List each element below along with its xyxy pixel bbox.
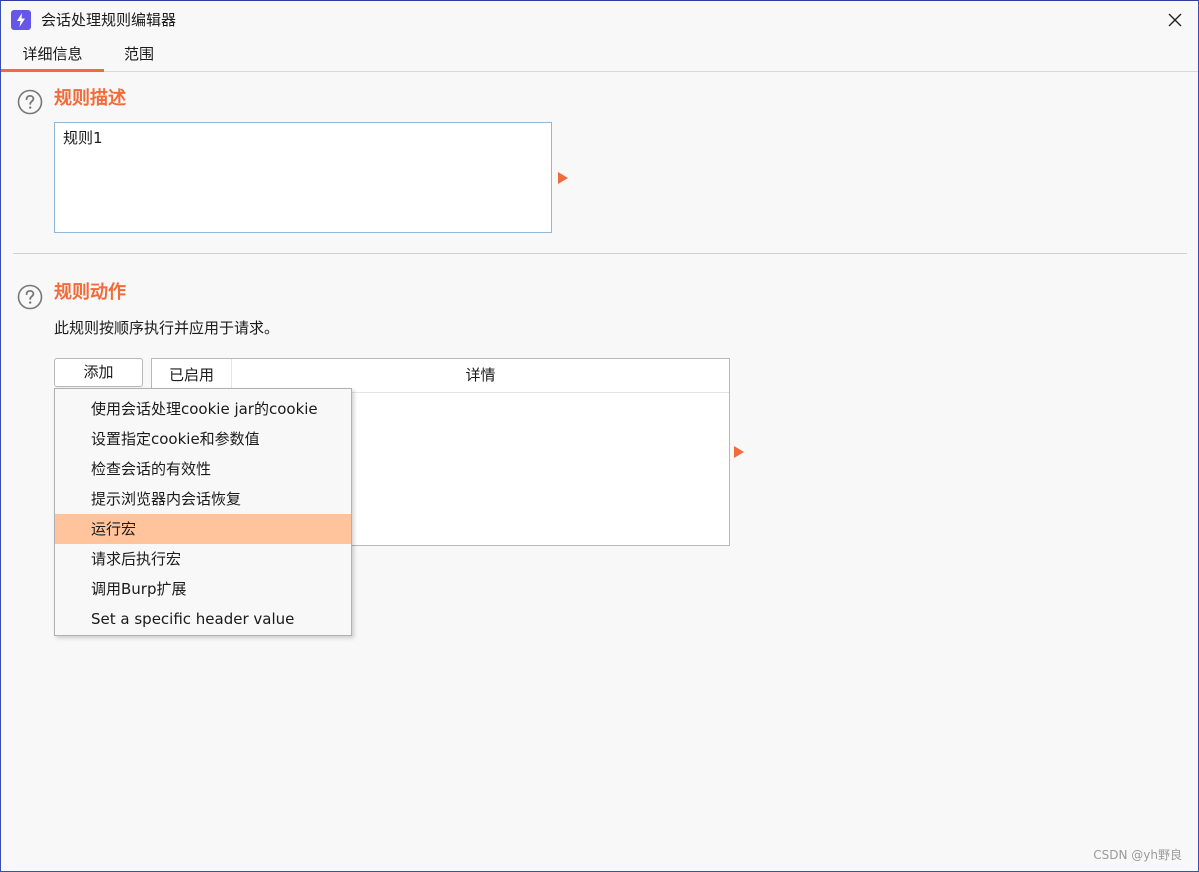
menu-item-use-cookie-jar[interactable]: 使用会话处理cookie jar的cookie bbox=[55, 394, 351, 424]
menu-item-check-session-valid[interactable]: 检查会话的有效性 bbox=[55, 454, 351, 484]
rule-actions-title: 规则动作 bbox=[54, 282, 126, 303]
title-bar: 会话处理规则编辑器 bbox=[1, 1, 1198, 39]
tab-scope[interactable]: 范围 bbox=[104, 39, 174, 69]
close-icon[interactable] bbox=[1162, 7, 1188, 33]
tab-details[interactable]: 详细信息 bbox=[1, 39, 104, 72]
menu-item-run-macro[interactable]: 运行宏 bbox=[55, 514, 351, 544]
add-action-menu: 使用会话处理cookie jar的cookie 设置指定cookie和参数值 检… bbox=[54, 388, 352, 636]
triangle-right-icon[interactable] bbox=[734, 446, 744, 458]
triangle-right-icon[interactable] bbox=[558, 172, 568, 184]
menu-item-set-cookie-param[interactable]: 设置指定cookie和参数值 bbox=[55, 424, 351, 454]
add-action-button[interactable]: 添加 bbox=[54, 358, 143, 387]
question-circle-icon[interactable] bbox=[17, 89, 43, 115]
section-divider bbox=[13, 253, 1187, 254]
menu-item-prompt-browser-recovery[interactable]: 提示浏览器内会话恢复 bbox=[55, 484, 351, 514]
menu-item-run-post-request-macro[interactable]: 请求后执行宏 bbox=[55, 544, 351, 574]
menu-item-set-header-value[interactable]: Set a specific header value bbox=[55, 604, 351, 634]
tab-bar: 详细信息 范围 bbox=[1, 39, 1198, 72]
question-circle-icon[interactable] bbox=[17, 284, 43, 310]
rule-description-title: 规则描述 bbox=[54, 88, 126, 109]
window-title: 会话处理规则编辑器 bbox=[41, 11, 177, 29]
rule-actions-description: 此规则按顺序执行并应用于请求。 bbox=[54, 319, 280, 337]
burp-lightning-icon bbox=[11, 10, 31, 30]
menu-item-invoke-burp-extension[interactable]: 调用Burp扩展 bbox=[55, 574, 351, 604]
rule-description-input[interactable]: 规则1 bbox=[54, 122, 552, 233]
session-rule-editor-window: 会话处理规则编辑器 详细信息 范围 规则描述 规则1 规则动作 此规则按顺序执行… bbox=[0, 0, 1199, 872]
watermark: CSDN @yh野良 bbox=[1093, 848, 1182, 862]
